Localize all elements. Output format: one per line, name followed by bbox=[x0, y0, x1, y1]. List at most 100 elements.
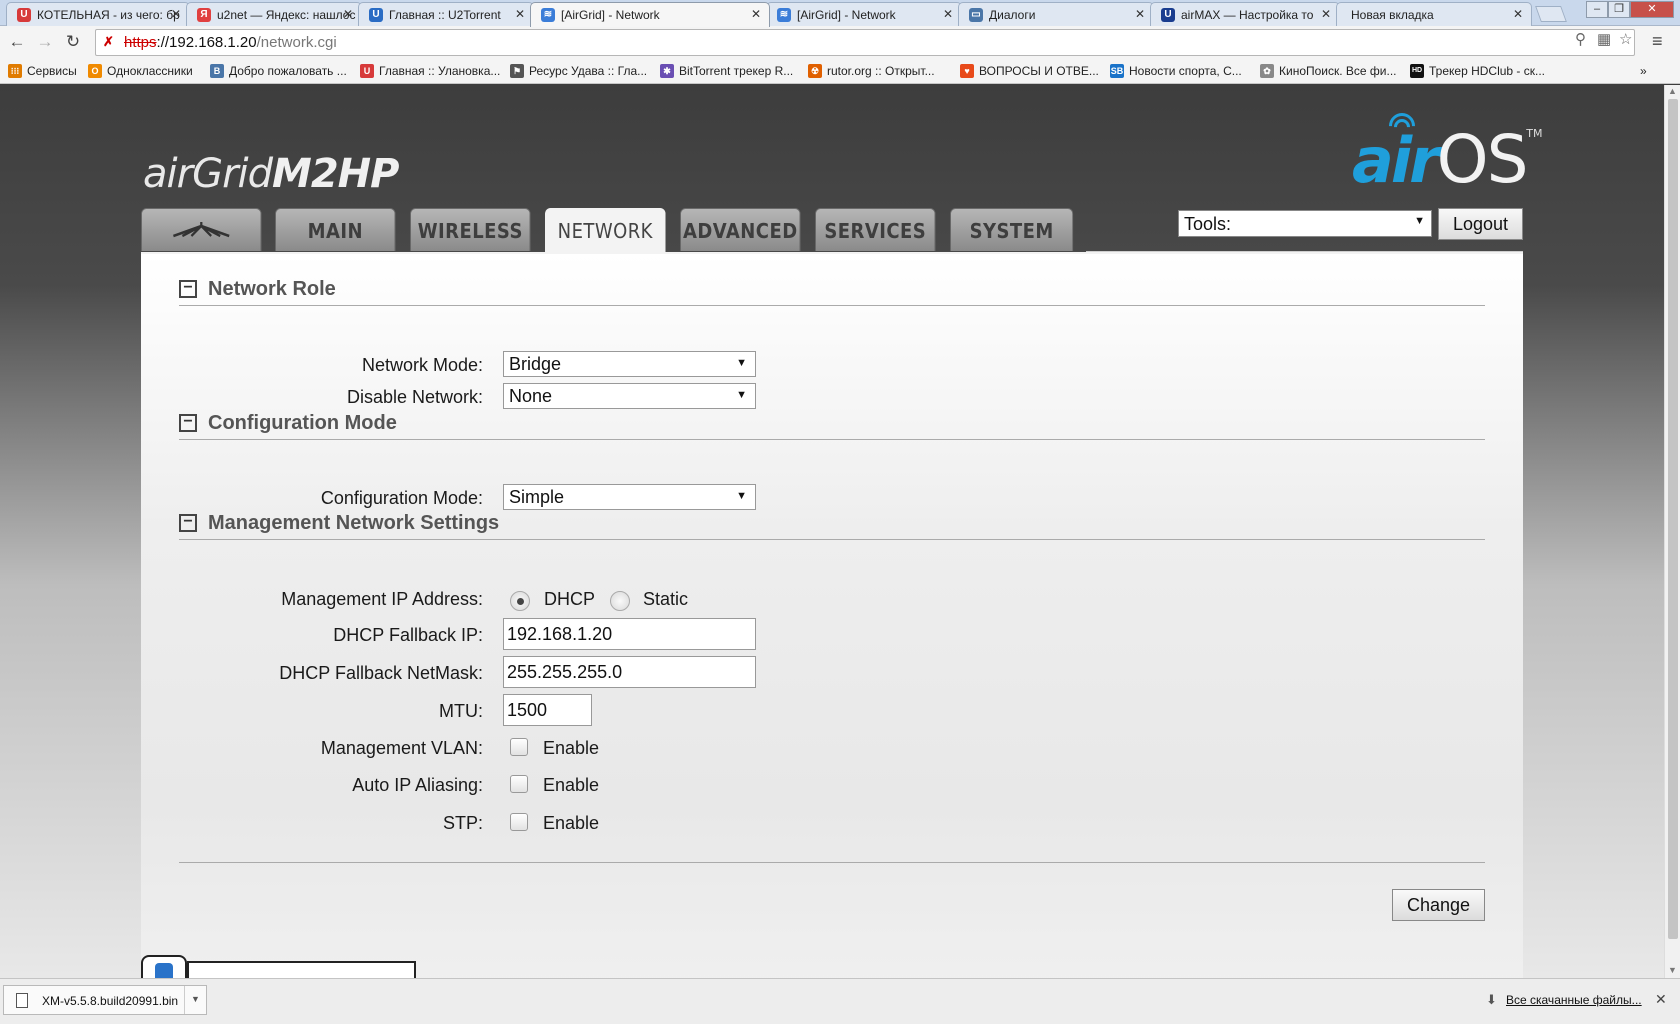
configuration-mode-select[interactable]: Simple ▼ bbox=[503, 484, 756, 510]
tab-title: КОТЕЛЬНАЯ - из чего: бр bbox=[37, 8, 180, 22]
back-arrow-icon[interactable]: ← bbox=[5, 31, 29, 53]
bookmark-label: Добро пожаловать ... bbox=[229, 64, 347, 78]
bookmark-item[interactable]: ⚑ Ресурс Удава :: Гла... bbox=[510, 64, 647, 78]
tab-favicon-icon: U bbox=[17, 8, 31, 22]
tab-close-icon[interactable]: ✕ bbox=[1321, 7, 1331, 21]
tab-close-icon[interactable]: ✕ bbox=[515, 7, 525, 21]
chevron-down-icon[interactable]: ▼ bbox=[184, 986, 206, 1014]
stp-checkbox[interactable] bbox=[510, 813, 528, 831]
minimize-icon[interactable]: – bbox=[1586, 1, 1608, 18]
tab-advanced[interactable]: ADVANCED bbox=[680, 208, 801, 251]
bookmark-item[interactable]: SB Новости спорта, С... bbox=[1110, 64, 1242, 78]
auto-ip-aliasing-checkbox[interactable] bbox=[510, 775, 528, 793]
collapse-minus-icon[interactable]: − bbox=[179, 514, 197, 532]
browser-tab[interactable]: U airMAX — Настройка то ✕ bbox=[1150, 2, 1340, 26]
all-downloads-link[interactable]: ⬇ Все скачанные файлы... bbox=[1486, 992, 1642, 1007]
bookmark-item[interactable]: ✱ BitTorrent трекер R... bbox=[660, 64, 793, 78]
bookmark-item[interactable]: U Главная :: Улановка... bbox=[360, 64, 500, 78]
site-favicon-icon: HD bbox=[1410, 64, 1424, 78]
browser-menu-icon[interactable]: ≡ bbox=[1652, 31, 1663, 52]
bookmark-label: Ресурс Удава :: Гла... bbox=[529, 64, 648, 78]
management-vlan-checkbox[interactable] bbox=[510, 738, 528, 756]
tab-close-icon[interactable]: ✕ bbox=[751, 7, 761, 21]
insecure-lock-icon[interactable]: ✗ bbox=[103, 34, 114, 50]
site-favicon-icon: ☢ bbox=[808, 64, 822, 78]
tab-title: airMAX — Настройка то bbox=[1181, 8, 1314, 22]
vertical-scrollbar[interactable]: ▲ ▼ bbox=[1664, 85, 1680, 978]
bookmark-item[interactable]: ♥ ВОПРОСЫ И ОТВЕ... bbox=[960, 64, 1099, 78]
scrollbar-thumb[interactable] bbox=[1668, 99, 1678, 939]
forward-arrow-icon[interactable]: → bbox=[33, 31, 57, 53]
collapse-minus-icon[interactable]: − bbox=[179, 414, 197, 432]
dhcp-fallback-ip-field[interactable]: 192.168.1.20 bbox=[503, 618, 756, 650]
close-window-icon[interactable]: ✕ bbox=[1630, 1, 1674, 18]
tab-system[interactable]: SYSTEM bbox=[950, 208, 1074, 251]
static-radio[interactable] bbox=[610, 591, 630, 611]
close-icon[interactable]: ✕ bbox=[1655, 991, 1667, 1008]
bookmark-item[interactable]: В Добро пожаловать ... bbox=[210, 64, 347, 78]
site-favicon-icon: U bbox=[360, 64, 374, 78]
site-favicon-icon: ✱ bbox=[660, 64, 674, 78]
browser-tab[interactable]: ≋ [AirGrid] - Network ✕ bbox=[766, 2, 962, 26]
tab-close-icon[interactable]: ✕ bbox=[943, 7, 953, 21]
scroll-up-arrow-icon[interactable]: ▲ bbox=[1668, 86, 1677, 96]
bookmark-label: Новости спорта, С... bbox=[1129, 64, 1242, 78]
tab-network[interactable]: NETWORK bbox=[545, 208, 666, 252]
site-favicon-icon: ⚑ bbox=[510, 64, 524, 78]
section-management-network: − Management Network Settings bbox=[179, 512, 1485, 540]
bookmark-label: Одноклассники bbox=[107, 64, 193, 78]
collapse-minus-icon[interactable]: − bbox=[179, 280, 197, 298]
heart-icon: ♥ bbox=[960, 64, 974, 78]
dhcp-radio[interactable] bbox=[510, 591, 530, 611]
download-filename: XM-v5.5.8.build20991.bin bbox=[42, 994, 179, 1008]
bookmark-item[interactable]: ☢ rutor.org :: Открыт... bbox=[808, 64, 935, 78]
browser-tab[interactable]: ▭ Диалоги ✕ bbox=[958, 2, 1154, 26]
bookmark-item[interactable]: HD Трекер HDClub - ск... bbox=[1410, 64, 1545, 78]
tab-main[interactable]: MAIN bbox=[275, 208, 396, 251]
restore-icon[interactable]: ❐ bbox=[1608, 1, 1630, 18]
network-mode-label: Network Mode: bbox=[361, 355, 483, 375]
reload-icon[interactable]: ↻ bbox=[61, 31, 85, 53]
tab-close-icon[interactable]: ✕ bbox=[171, 7, 181, 21]
bookmark-item[interactable]: ✿ КиноПоиск. Все фи... bbox=[1260, 64, 1397, 78]
bookmark-item[interactable]: О Одноклассники bbox=[88, 64, 193, 78]
logout-button[interactable]: Logout bbox=[1438, 208, 1523, 240]
network-mode-select[interactable]: Bridge ▼ bbox=[503, 351, 756, 377]
tab-favicon-icon: ≋ bbox=[541, 8, 555, 22]
static-radio-label: Static bbox=[643, 589, 689, 609]
tab-wireless[interactable]: WIRELESS bbox=[410, 208, 531, 251]
download-item[interactable]: XM-v5.5.8.build20991.bin ▼ bbox=[3, 985, 207, 1015]
mtu-field[interactable]: 1500 bbox=[503, 694, 592, 726]
browser-tab[interactable]: U Главная :: U2Torrent ✕ bbox=[358, 2, 534, 26]
tab-close-icon[interactable]: ✕ bbox=[1513, 7, 1523, 21]
bookmark-star-icon[interactable]: ☆ bbox=[1619, 30, 1632, 48]
dhcp-fallback-netmask-field[interactable]: 255.255.255.0 bbox=[503, 656, 756, 688]
tab-close-icon[interactable]: ✕ bbox=[343, 7, 353, 21]
more-bookmarks-chevron-icon[interactable]: » bbox=[1640, 64, 1647, 78]
change-button[interactable]: Change bbox=[1392, 889, 1485, 921]
file-icon bbox=[16, 993, 28, 1008]
tab-services[interactable]: SERVICES bbox=[815, 208, 936, 251]
tab-close-icon[interactable]: ✕ bbox=[1135, 7, 1145, 21]
dhcp-fallback-ip-label: DHCP Fallback IP: bbox=[333, 625, 483, 645]
translate-icon[interactable]: ▦ bbox=[1597, 30, 1611, 48]
footer-logo bbox=[141, 955, 416, 978]
bookmark-item[interactable]: ⁝⁝⁝ Сервисы bbox=[8, 64, 77, 78]
tab-ubiquiti-logo[interactable] bbox=[141, 208, 262, 251]
browser-tab[interactable]: Я u2net — Яндекс: нашлос ✕ bbox=[186, 2, 362, 26]
browser-tab-active[interactable]: ≋ [AirGrid] - Network ✕ bbox=[530, 2, 770, 27]
new-tab-button[interactable] bbox=[1535, 6, 1567, 22]
dhcp-radio-label: DHCP bbox=[544, 589, 596, 609]
shield-icon bbox=[141, 955, 187, 978]
tab-title: Диалоги bbox=[989, 8, 1036, 22]
browser-tab[interactable]: U КОТЕЛЬНАЯ - из чего: бр ✕ bbox=[6, 2, 190, 26]
zoom-icon[interactable]: ⚲ bbox=[1575, 30, 1586, 48]
tools-dropdown[interactable]: Tools: ▼ bbox=[1178, 210, 1432, 237]
disable-network-select[interactable]: None ▼ bbox=[503, 383, 756, 409]
site-favicon-icon: ✿ bbox=[1260, 64, 1274, 78]
address-bar[interactable]: ✗ https://192.168.1.20/network.cgi bbox=[95, 29, 1635, 56]
browser-tab[interactable]: Новая вкладка ✕ bbox=[1336, 2, 1532, 26]
dhcp-fallback-netmask-label: DHCP Fallback NetMask: bbox=[279, 663, 483, 683]
scroll-down-arrow-icon[interactable]: ▼ bbox=[1668, 965, 1677, 975]
page-viewport: airGridM2HP airOS TM MAIN WIRELESS NETWOR… bbox=[0, 85, 1664, 978]
